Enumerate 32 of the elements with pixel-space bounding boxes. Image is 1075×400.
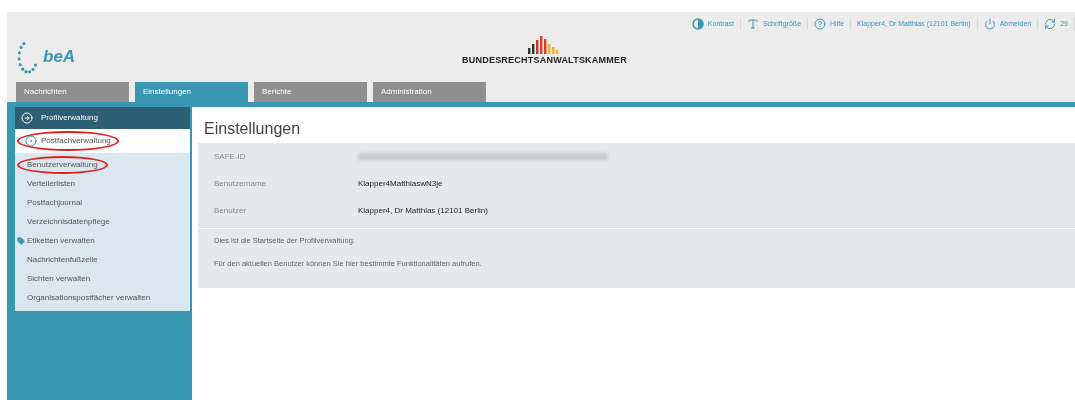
logo-text: beA — [43, 46, 76, 69]
sidebar-section[interactable]: Postfachverwaltung — [15, 129, 190, 153]
nav-tab[interactable]: Nachrichten — [16, 82, 129, 102]
sidebar-item[interactable]: Verzeichnisdatenpflege — [17, 212, 120, 231]
page-title: Einstellungen — [203, 119, 302, 139]
tag-icon — [17, 236, 25, 245]
sidebar-item[interactable]: Benutzerverwaltung — [17, 155, 108, 174]
font-size-icon — [746, 18, 759, 30]
arrow-circle-icon — [21, 112, 33, 124]
sidebar-item[interactable]: Verteilerlisten — [17, 174, 86, 193]
sidebar-item[interactable]: Postfachjournal — [17, 193, 93, 212]
brand-name: BUNDESRECHTSANWALTSKAMMER — [462, 54, 627, 67]
help-icon — [814, 18, 827, 30]
sidebar-item[interactable]: Etiketten verwalten — [17, 231, 105, 250]
nav-tab[interactable]: Einstellungen — [135, 82, 248, 102]
field-label: Benutzername — [214, 177, 268, 190]
sidebar-header[interactable]: Profilverwaltung — [15, 107, 190, 129]
sidebar-item[interactable]: Organisationspostfächer verwalten — [17, 288, 161, 307]
sidebar-item[interactable]: Sichten verwalten — [17, 269, 101, 288]
field-label: SAFE-ID — [214, 150, 247, 163]
circle-dot-icon — [25, 135, 37, 147]
sidebar-item[interactable]: Nachrichtenfußzeile — [17, 250, 108, 269]
section-item[interactable]: Postfachverwaltung — [17, 131, 119, 151]
power-icon — [983, 18, 996, 30]
nav-tab[interactable]: Berichte — [254, 82, 367, 102]
field-label: Benutzer — [214, 204, 248, 217]
field-value: Klapper4MatthiaswN3je — [358, 177, 443, 190]
contrast-icon — [691, 18, 704, 30]
nav-tab[interactable]: Administration — [373, 82, 486, 102]
refresh-icon — [1044, 18, 1057, 30]
dots-arc-icon — [17, 40, 39, 74]
field-value: Klapper4, Dr Matthias (12101 Berlin) — [358, 204, 488, 217]
